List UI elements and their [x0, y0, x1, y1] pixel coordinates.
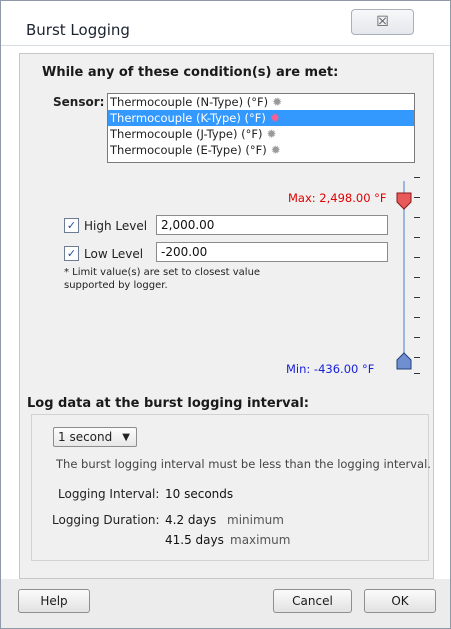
dialog-title: Burst Logging [26, 21, 130, 39]
low-level-label: Low Level [84, 246, 144, 261]
high-level-checkbox[interactable]: ✓ [64, 218, 79, 233]
tick [414, 357, 420, 358]
tick [414, 217, 420, 218]
sensor-list[interactable]: Thermocouple (N-Type) (°F) ✹ Thermocoupl… [107, 93, 415, 163]
tick [414, 297, 420, 298]
logging-duration-label: Logging Duration: [52, 513, 160, 527]
low-level-row: ✓ Low Level [64, 246, 143, 261]
logging-interval-label: Logging Interval: [58, 487, 160, 501]
low-level-checkbox[interactable]: ✓ [64, 246, 79, 261]
burst-gear-icon: ✹ [270, 143, 281, 157]
tick [414, 237, 420, 238]
high-level-label: High Level [84, 218, 148, 233]
max-label: Max: 2,498.00 °F [288, 191, 387, 205]
burst-interval-select[interactable]: 1 second ▼ [53, 427, 137, 447]
burst-gear-icon: ✹ [266, 127, 277, 141]
duration-min-value: 4.2 days [165, 513, 217, 527]
high-level-input[interactable] [156, 215, 388, 235]
sensor-label: Sensor: [53, 95, 105, 109]
high-limit-thumb[interactable] [396, 192, 412, 210]
conditions-heading: While any of these condition(s) are met: [42, 65, 339, 80]
cancel-button[interactable]: Cancel [273, 589, 352, 613]
duration-max-value: 41.5 days [165, 533, 224, 547]
duration-min-qualifier: minimum [227, 513, 284, 527]
burst-gear-icon: ✹ [269, 111, 280, 125]
sensor-item-n-type[interactable]: Thermocouple (N-Type) (°F) ✹ [108, 94, 414, 110]
sensor-item-e-type[interactable]: Thermocouple (E-Type) (°F) ✹ [108, 142, 414, 158]
tick [414, 373, 420, 374]
close-icon: ☒ [376, 14, 389, 30]
tick [414, 257, 420, 258]
dialog-footer: Help Cancel OK [1, 579, 450, 628]
tick [414, 337, 420, 338]
high-level-row: ✓ High Level [64, 218, 147, 233]
logging-interval-value: 10 seconds [165, 487, 234, 501]
low-level-input[interactable] [156, 242, 388, 262]
sensor-item-k-type[interactable]: Thermocouple (K-Type) (°F) ✹ [108, 110, 414, 126]
tick [414, 197, 420, 198]
tick [414, 177, 420, 178]
dropdown-arrow-icon: ▼ [122, 432, 130, 443]
burst-logging-dialog: Burst Logging ☒ While any of these condi… [0, 0, 451, 629]
min-label: Min: -436.00 °F [286, 362, 375, 376]
tick [414, 317, 420, 318]
tick [414, 277, 420, 278]
duration-max-qualifier: maximum [230, 533, 291, 547]
ok-button[interactable]: OK [364, 589, 436, 613]
sensor-item-j-type[interactable]: Thermocouple (J-Type) (°F) ✹ [108, 126, 414, 142]
burst-gear-icon: ✹ [272, 95, 283, 109]
limit-note: * Limit value(s) are set to closest valu… [64, 267, 261, 291]
close-button[interactable]: ☒ [351, 9, 414, 35]
interval-heading: Log data at the burst logging interval: [27, 396, 310, 411]
help-button[interactable]: Help [18, 589, 90, 613]
low-limit-thumb[interactable] [396, 352, 412, 370]
interval-hint: The burst logging interval must be less … [56, 457, 431, 471]
title-bar: Burst Logging ☒ [1, 1, 450, 46]
